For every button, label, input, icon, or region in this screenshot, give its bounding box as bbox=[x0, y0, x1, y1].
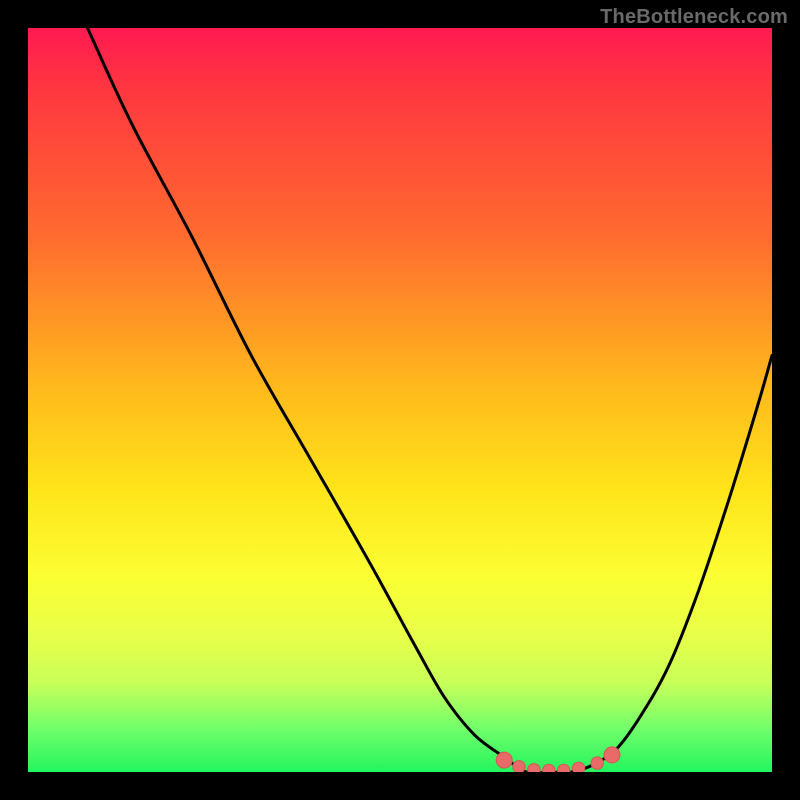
curve-markers bbox=[496, 747, 620, 772]
curve-marker bbox=[543, 764, 555, 772]
curve-marker bbox=[604, 747, 620, 763]
curve-marker bbox=[513, 761, 525, 772]
curve-marker bbox=[591, 757, 603, 769]
bottleneck-curve-path bbox=[88, 28, 773, 772]
watermark-text: TheBottleneck.com bbox=[600, 6, 788, 29]
curve-marker bbox=[572, 762, 584, 772]
bottleneck-curve-svg bbox=[28, 28, 772, 772]
curve-marker bbox=[528, 764, 540, 772]
curve-marker bbox=[496, 752, 512, 768]
curve-marker bbox=[558, 764, 570, 772]
chart-plot-area bbox=[28, 28, 772, 772]
